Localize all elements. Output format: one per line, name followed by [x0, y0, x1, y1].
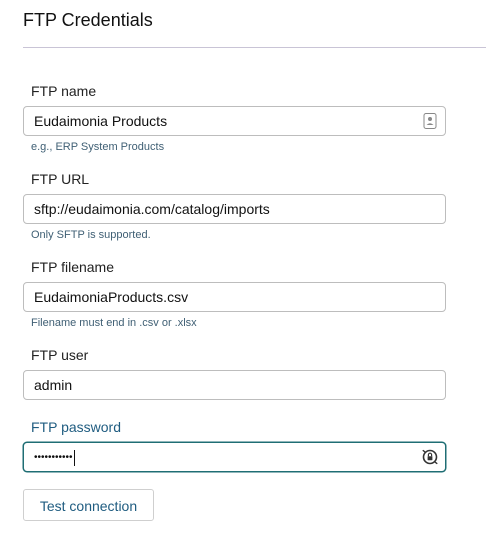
ftp-url-label: FTP URL: [31, 171, 90, 187]
ftp-user-input[interactable]: admin: [23, 370, 446, 400]
ftp-url-value: sftp://eudaimonia.com/catalog/imports: [34, 201, 270, 217]
ftp-name-value: Eudaimonia Products: [34, 113, 168, 129]
page-title: FTP Credentials: [23, 10, 153, 30]
ftp-name-label: FTP name: [31, 83, 97, 99]
ftp-name-input[interactable]: Eudaimonia Products: [23, 106, 446, 136]
ftp-password-masked-value: •••••••••••: [34, 452, 73, 464]
ftp-password-label: FTP password: [31, 419, 121, 435]
test-connection-button[interactable]: Test connection: [23, 489, 154, 521]
ftp-filename-value: EudaimoniaProducts.csv: [34, 289, 189, 305]
ftp-filename-input[interactable]: EudaimoniaProducts.csv: [23, 282, 446, 312]
title-divider: [23, 47, 486, 48]
ftp-url-input[interactable]: sftp://eudaimonia.com/catalog/imports: [23, 194, 446, 224]
ftp-user-label: FTP user: [31, 347, 89, 363]
ftp-url-help: Only SFTP is supported.: [31, 229, 151, 241]
text-caret: [73, 450, 75, 467]
ftp-filename-label: FTP filename: [31, 259, 114, 275]
ftp-password-input[interactable]: •••••••••••: [23, 442, 446, 472]
ftp-user-value: admin: [34, 377, 73, 393]
ftp-name-help: e.g., ERP System Products: [31, 141, 165, 153]
ftp-filename-help: Filename must end in .csv or .xlsx: [31, 317, 197, 329]
password-manager-icon[interactable]: [422, 449, 438, 465]
contact-card-icon[interactable]: [423, 113, 437, 129]
